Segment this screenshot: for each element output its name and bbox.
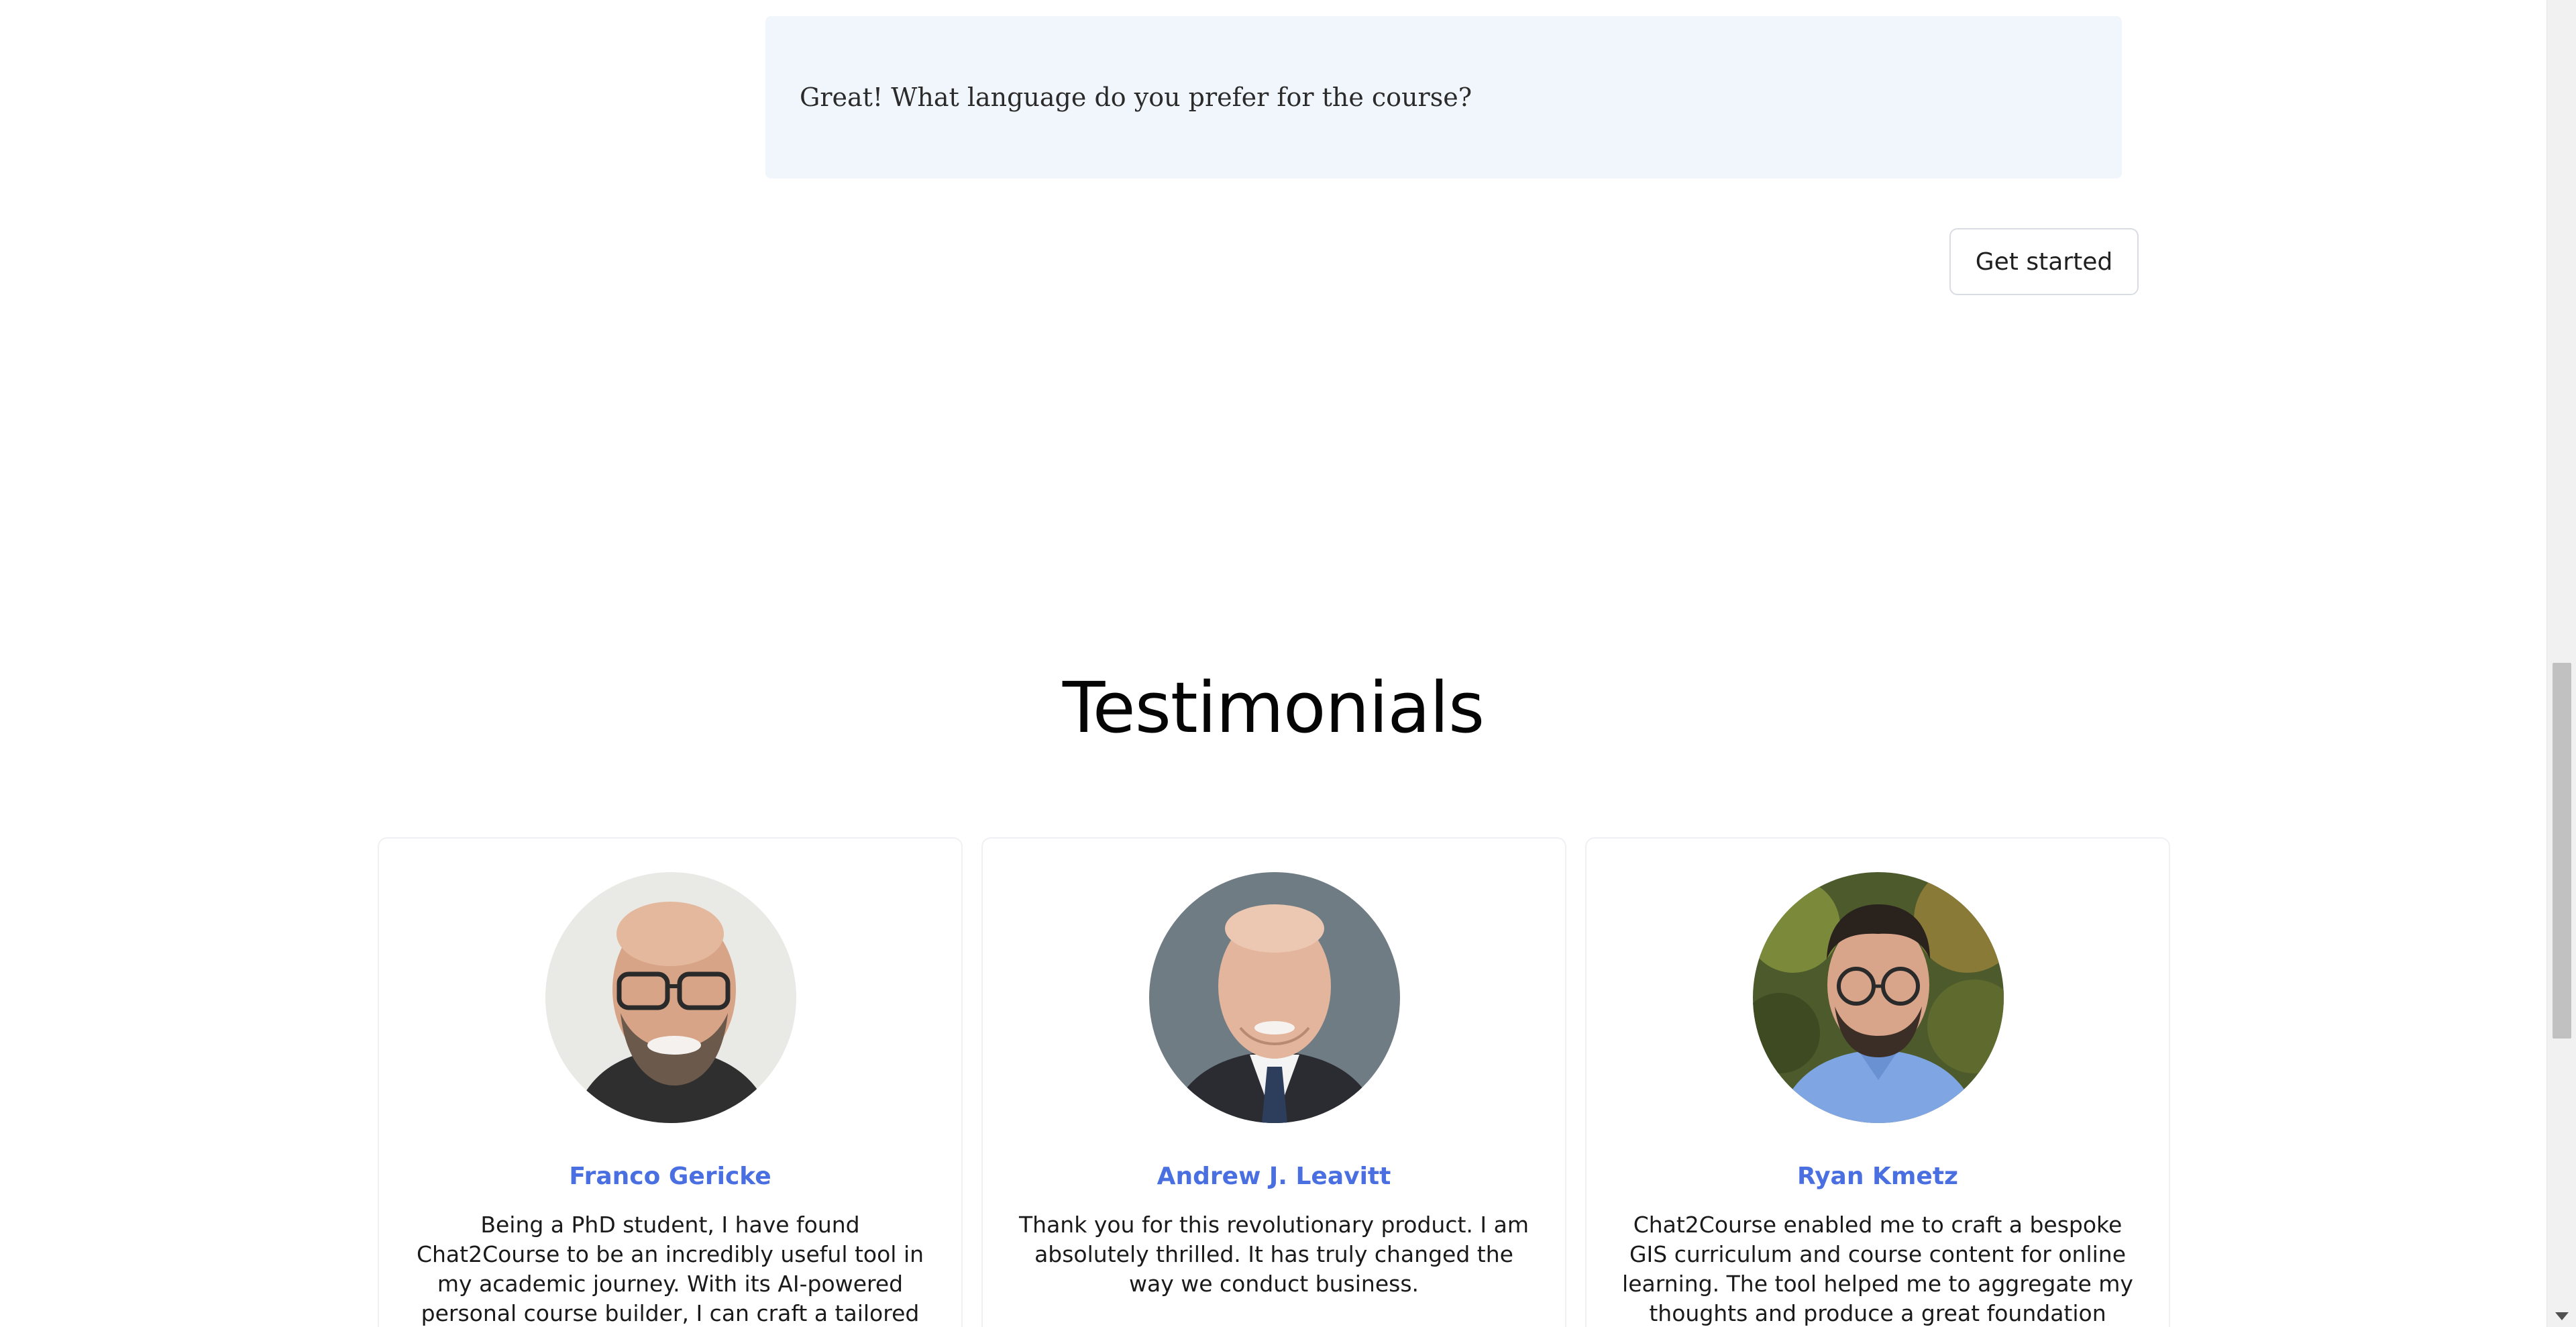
testimonial-quote: Chat2Course enabled me to craft a bespok… <box>1622 1212 2133 1326</box>
chat-message-bubble: Great! What language do you prefer for t… <box>765 16 2122 178</box>
testimonial-card-franco-gericke: Franco Gericke Being a PhD student, I ha… <box>378 837 963 1327</box>
vertical-scrollbar[interactable] <box>2546 0 2576 1327</box>
testimonial-name: Ryan Kmetz <box>1796 1163 1958 1190</box>
scrollbar-thumb[interactable] <box>2553 663 2571 1039</box>
avatar-andrew-j-leavitt <box>1149 872 1400 1123</box>
testimonials-heading: Testimonials <box>1062 667 1485 749</box>
testimonial-card-andrew-j-leavitt: Andrew J. Leavitt Thank you for this rev… <box>981 837 1566 1327</box>
get-started-button[interactable]: Get started <box>1949 228 2139 295</box>
avatar-photo-andrew-j-leavitt <box>1149 872 1400 1123</box>
testimonial-name: Andrew J. Leavitt <box>1157 1163 1391 1190</box>
chat-message-text: Great! What language do you prefer for t… <box>800 83 1472 112</box>
scroll-down-arrow-icon[interactable] <box>2555 1312 2569 1320</box>
avatar-photo-franco-gericke <box>545 872 796 1123</box>
testimonial-quote: Being a PhD student, I have found Chat2C… <box>416 1212 924 1326</box>
avatar-ryan-kmetz <box>1753 872 2004 1123</box>
avatar-franco-gericke <box>545 872 796 1123</box>
avatar-photo-ryan-kmetz <box>1753 872 2004 1123</box>
testimonial-card-ryan-kmetz: Ryan Kmetz Chat2Course enabled me to cra… <box>1585 837 2170 1327</box>
testimonial-name: Franco Gericke <box>569 1163 771 1190</box>
testimonial-quote: Thank you for this revolutionary product… <box>1019 1212 1529 1297</box>
